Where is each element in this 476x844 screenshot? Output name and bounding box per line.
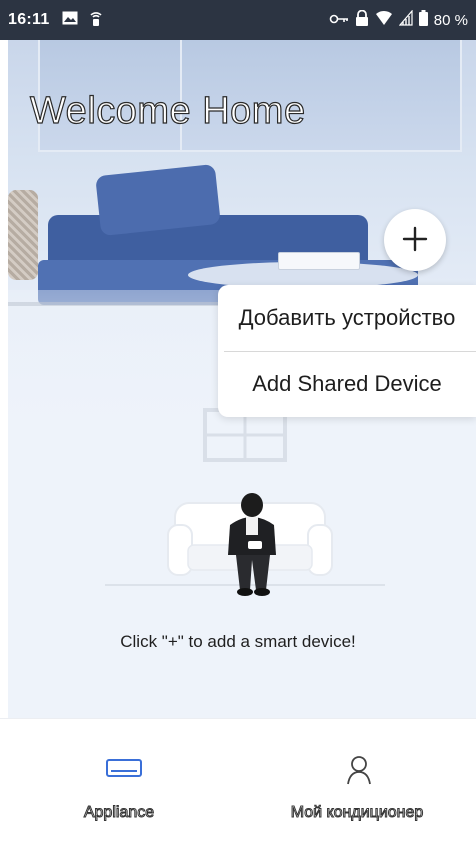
user-icon <box>346 755 372 790</box>
appliance-icon <box>105 757 143 786</box>
image-icon <box>62 11 78 30</box>
empty-state-hint: Click "+" to add a smart device! <box>120 632 356 651</box>
menu-item-add-shared-device[interactable]: Add Shared Device <box>218 351 476 417</box>
add-device-button[interactable] <box>384 209 446 271</box>
bottom-nav: Appliance Мой кондиционер <box>0 718 476 844</box>
cast-icon <box>89 9 102 32</box>
page-title: Welcome Home <box>29 89 306 132</box>
nav-item-my-air-conditioner[interactable]: Мой кондиционер <box>238 719 476 844</box>
nav-item-appliance[interactable]: Appliance <box>0 719 238 844</box>
plus-icon <box>402 226 428 255</box>
empty-state-illustration <box>100 405 390 605</box>
lock-icon <box>355 9 369 30</box>
menu-item-add-device[interactable]: Добавить устройство <box>218 285 476 351</box>
status-bar: 16:11 80 % <box>0 0 476 40</box>
key-icon <box>329 12 349 29</box>
background-book <box>278 252 360 270</box>
nav-label-my-air-conditioner: Мой кондиционер <box>290 804 424 822</box>
status-time: 16:11 <box>8 11 50 28</box>
wifi-icon <box>375 10 393 30</box>
battery-percent: 80 % <box>433 11 468 29</box>
battery-icon <box>418 10 428 30</box>
add-device-menu: Добавить устройство Add Shared Device <box>218 285 476 417</box>
signal-icon <box>398 9 413 30</box>
background-cushion <box>95 163 221 237</box>
background-basket <box>8 190 38 280</box>
nav-label-appliance: Appliance <box>83 804 155 822</box>
